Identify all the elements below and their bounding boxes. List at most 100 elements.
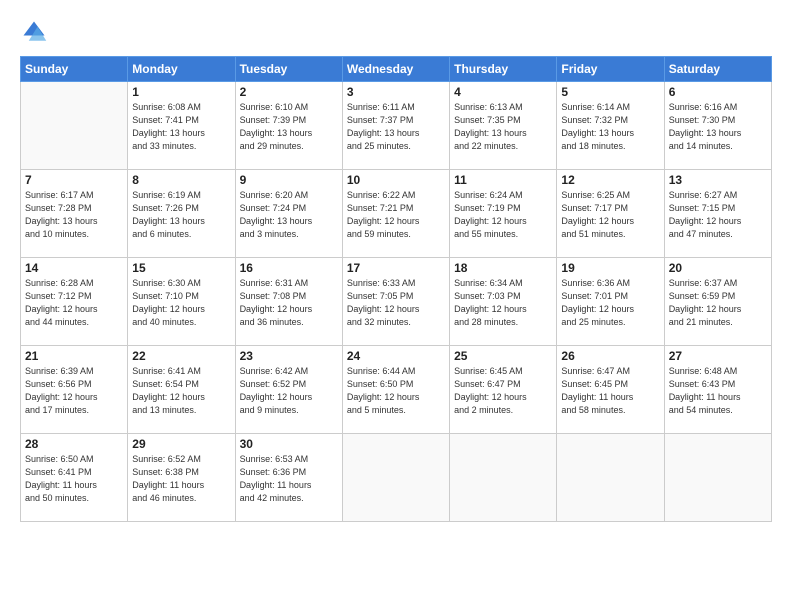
calendar-cell: 19 Sunrise: 6:36 AMSunset: 7:01 PMDayligh… <box>557 258 664 346</box>
day-number: 28 <box>25 437 123 451</box>
day-number: 13 <box>669 173 767 187</box>
calendar-cell: 5 Sunrise: 6:14 AMSunset: 7:32 PMDaylight… <box>557 82 664 170</box>
day-info: Sunrise: 6:39 AMSunset: 6:56 PMDaylight:… <box>25 365 123 417</box>
day-info: Sunrise: 6:36 AMSunset: 7:01 PMDaylight:… <box>561 277 659 329</box>
day-info: Sunrise: 6:30 AMSunset: 7:10 PMDaylight:… <box>132 277 230 329</box>
day-info: Sunrise: 6:20 AMSunset: 7:24 PMDaylight:… <box>240 189 338 241</box>
day-number: 20 <box>669 261 767 275</box>
day-info: Sunrise: 6:33 AMSunset: 7:05 PMDaylight:… <box>347 277 445 329</box>
day-info: Sunrise: 6:11 AMSunset: 7:37 PMDaylight:… <box>347 101 445 153</box>
day-number: 27 <box>669 349 767 363</box>
day-number: 17 <box>347 261 445 275</box>
header-cell-thursday: Thursday <box>450 57 557 82</box>
calendar-cell: 20 Sunrise: 6:37 AMSunset: 6:59 PMDayligh… <box>664 258 771 346</box>
day-info: Sunrise: 6:45 AMSunset: 6:47 PMDaylight:… <box>454 365 552 417</box>
day-number: 5 <box>561 85 659 99</box>
calendar-cell: 22 Sunrise: 6:41 AMSunset: 6:54 PMDayligh… <box>128 346 235 434</box>
day-number: 26 <box>561 349 659 363</box>
day-number: 30 <box>240 437 338 451</box>
calendar-cell: 1 Sunrise: 6:08 AMSunset: 7:41 PMDaylight… <box>128 82 235 170</box>
day-info: Sunrise: 6:37 AMSunset: 6:59 PMDaylight:… <box>669 277 767 329</box>
day-number: 1 <box>132 85 230 99</box>
day-info: Sunrise: 6:08 AMSunset: 7:41 PMDaylight:… <box>132 101 230 153</box>
calendar-cell: 13Sunrise: 6:27 AMSunset: 7:15 PMDayligh… <box>664 170 771 258</box>
day-info: Sunrise: 6:31 AMSunset: 7:08 PMDaylight:… <box>240 277 338 329</box>
day-number: 16 <box>240 261 338 275</box>
day-number: 2 <box>240 85 338 99</box>
header-cell-saturday: Saturday <box>664 57 771 82</box>
day-info: Sunrise: 6:17 AMSunset: 7:28 PMDaylight:… <box>25 189 123 241</box>
header <box>20 18 772 46</box>
day-number: 25 <box>454 349 552 363</box>
day-number: 4 <box>454 85 552 99</box>
calendar-cell: 8 Sunrise: 6:19 AMSunset: 7:26 PMDaylight… <box>128 170 235 258</box>
day-info: Sunrise: 6:14 AMSunset: 7:32 PMDaylight:… <box>561 101 659 153</box>
day-number: 29 <box>132 437 230 451</box>
day-info: Sunrise: 6:25 AMSunset: 7:17 PMDaylight:… <box>561 189 659 241</box>
day-number: 7 <box>25 173 123 187</box>
calendar-cell: 27 Sunrise: 6:48 AMSunset: 6:43 PMDayligh… <box>664 346 771 434</box>
header-cell-tuesday: Tuesday <box>235 57 342 82</box>
day-info: Sunrise: 6:41 AMSunset: 6:54 PMDaylight:… <box>132 365 230 417</box>
calendar-cell: 14 Sunrise: 6:28 AMSunset: 7:12 PMDayligh… <box>21 258 128 346</box>
calendar-cell <box>664 434 771 522</box>
calendar-cell: 9Sunrise: 6:20 AMSunset: 7:24 PMDaylight… <box>235 170 342 258</box>
day-number: 22 <box>132 349 230 363</box>
day-number: 18 <box>454 261 552 275</box>
week-row-1: 7 Sunrise: 6:17 AMSunset: 7:28 PMDaylight… <box>21 170 772 258</box>
day-number: 10 <box>347 173 445 187</box>
day-info: Sunrise: 6:44 AMSunset: 6:50 PMDaylight:… <box>347 365 445 417</box>
header-row: SundayMondayTuesdayWednesdayThursdayFrid… <box>21 57 772 82</box>
day-info: Sunrise: 6:34 AMSunset: 7:03 PMDaylight:… <box>454 277 552 329</box>
day-number: 14 <box>25 261 123 275</box>
day-info: Sunrise: 6:52 AMSunset: 6:38 PMDaylight:… <box>132 453 230 505</box>
day-info: Sunrise: 6:48 AMSunset: 6:43 PMDaylight:… <box>669 365 767 417</box>
calendar-cell <box>342 434 449 522</box>
calendar-cell: 17 Sunrise: 6:33 AMSunset: 7:05 PMDayligh… <box>342 258 449 346</box>
day-number: 8 <box>132 173 230 187</box>
day-number: 21 <box>25 349 123 363</box>
calendar-cell: 16 Sunrise: 6:31 AMSunset: 7:08 PMDayligh… <box>235 258 342 346</box>
day-info: Sunrise: 6:19 AMSunset: 7:26 PMDaylight:… <box>132 189 230 241</box>
calendar-cell: 26Sunrise: 6:47 AMSunset: 6:45 PMDayligh… <box>557 346 664 434</box>
calendar-cell: 2 Sunrise: 6:10 AMSunset: 7:39 PMDaylight… <box>235 82 342 170</box>
calendar-cell: 3 Sunrise: 6:11 AMSunset: 7:37 PMDaylight… <box>342 82 449 170</box>
day-number: 3 <box>347 85 445 99</box>
calendar-cell: 25 Sunrise: 6:45 AMSunset: 6:47 PMDayligh… <box>450 346 557 434</box>
day-number: 15 <box>132 261 230 275</box>
calendar-cell <box>21 82 128 170</box>
calendar-header: SundayMondayTuesdayWednesdayThursdayFrid… <box>21 57 772 82</box>
day-number: 11 <box>454 173 552 187</box>
logo-icon <box>20 18 48 46</box>
week-row-2: 14 Sunrise: 6:28 AMSunset: 7:12 PMDayligh… <box>21 258 772 346</box>
day-info: Sunrise: 6:53 AMSunset: 6:36 PMDaylight:… <box>240 453 338 505</box>
day-number: 12 <box>561 173 659 187</box>
calendar-cell: 6Sunrise: 6:16 AMSunset: 7:30 PMDaylight… <box>664 82 771 170</box>
week-row-0: 1 Sunrise: 6:08 AMSunset: 7:41 PMDaylight… <box>21 82 772 170</box>
day-number: 19 <box>561 261 659 275</box>
calendar-cell: 7 Sunrise: 6:17 AMSunset: 7:28 PMDaylight… <box>21 170 128 258</box>
logo <box>20 18 52 46</box>
header-cell-sunday: Sunday <box>21 57 128 82</box>
header-cell-friday: Friday <box>557 57 664 82</box>
calendar-cell: 12 Sunrise: 6:25 AMSunset: 7:17 PMDayligh… <box>557 170 664 258</box>
day-info: Sunrise: 6:28 AMSunset: 7:12 PMDaylight:… <box>25 277 123 329</box>
day-number: 24 <box>347 349 445 363</box>
day-info: Sunrise: 6:16 AMSunset: 7:30 PMDaylight:… <box>669 101 767 153</box>
calendar-cell: 30 Sunrise: 6:53 AMSunset: 6:36 PMDayligh… <box>235 434 342 522</box>
calendar-cell <box>450 434 557 522</box>
day-info: Sunrise: 6:10 AMSunset: 7:39 PMDaylight:… <box>240 101 338 153</box>
day-info: Sunrise: 6:42 AMSunset: 6:52 PMDaylight:… <box>240 365 338 417</box>
week-row-4: 28 Sunrise: 6:50 AMSunset: 6:41 PMDayligh… <box>21 434 772 522</box>
calendar-cell: 21 Sunrise: 6:39 AMSunset: 6:56 PMDayligh… <box>21 346 128 434</box>
calendar-cell <box>557 434 664 522</box>
page: SundayMondayTuesdayWednesdayThursdayFrid… <box>0 0 792 612</box>
day-info: Sunrise: 6:24 AMSunset: 7:19 PMDaylight:… <box>454 189 552 241</box>
day-number: 23 <box>240 349 338 363</box>
day-info: Sunrise: 6:13 AMSunset: 7:35 PMDaylight:… <box>454 101 552 153</box>
calendar-cell: 4 Sunrise: 6:13 AMSunset: 7:35 PMDaylight… <box>450 82 557 170</box>
calendar-cell: 24 Sunrise: 6:44 AMSunset: 6:50 PMDayligh… <box>342 346 449 434</box>
calendar-body: 1 Sunrise: 6:08 AMSunset: 7:41 PMDaylight… <box>21 82 772 522</box>
calendar-cell: 11 Sunrise: 6:24 AMSunset: 7:19 PMDayligh… <box>450 170 557 258</box>
day-info: Sunrise: 6:50 AMSunset: 6:41 PMDaylight:… <box>25 453 123 505</box>
